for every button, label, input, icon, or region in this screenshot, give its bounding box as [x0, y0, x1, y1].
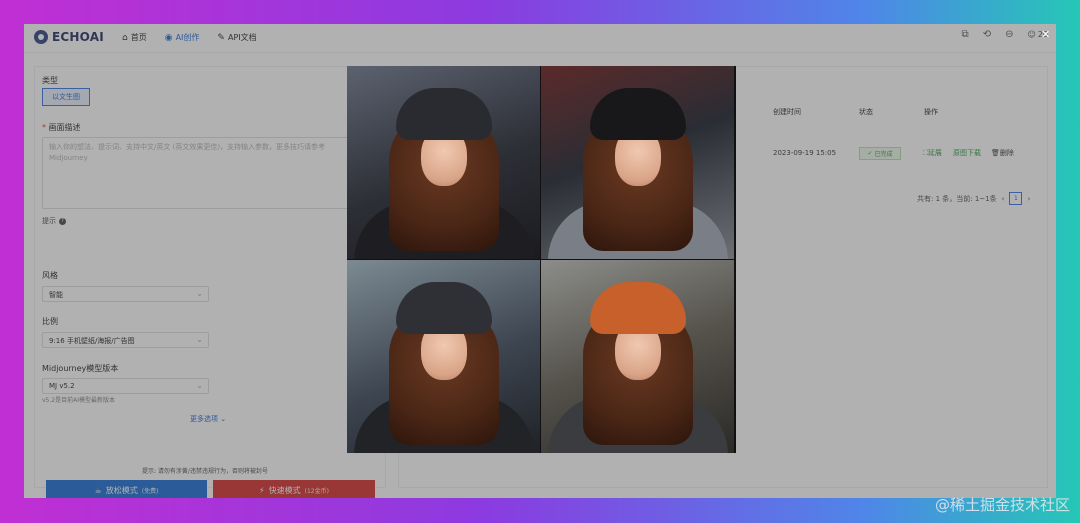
image-preview[interactable] [347, 66, 736, 453]
beanie-shape [590, 88, 686, 140]
watermark: @稀土掘金技术社区 [934, 496, 1070, 514]
hood-shape [396, 88, 492, 140]
close-icon[interactable]: ✕ [1041, 28, 1050, 41]
generated-image-1[interactable] [347, 66, 540, 259]
generated-image-4[interactable] [541, 260, 734, 453]
generated-image-3[interactable] [347, 260, 540, 453]
beanie-shape [396, 282, 492, 334]
generated-image-2[interactable] [541, 66, 734, 259]
cap-shape [590, 282, 686, 334]
